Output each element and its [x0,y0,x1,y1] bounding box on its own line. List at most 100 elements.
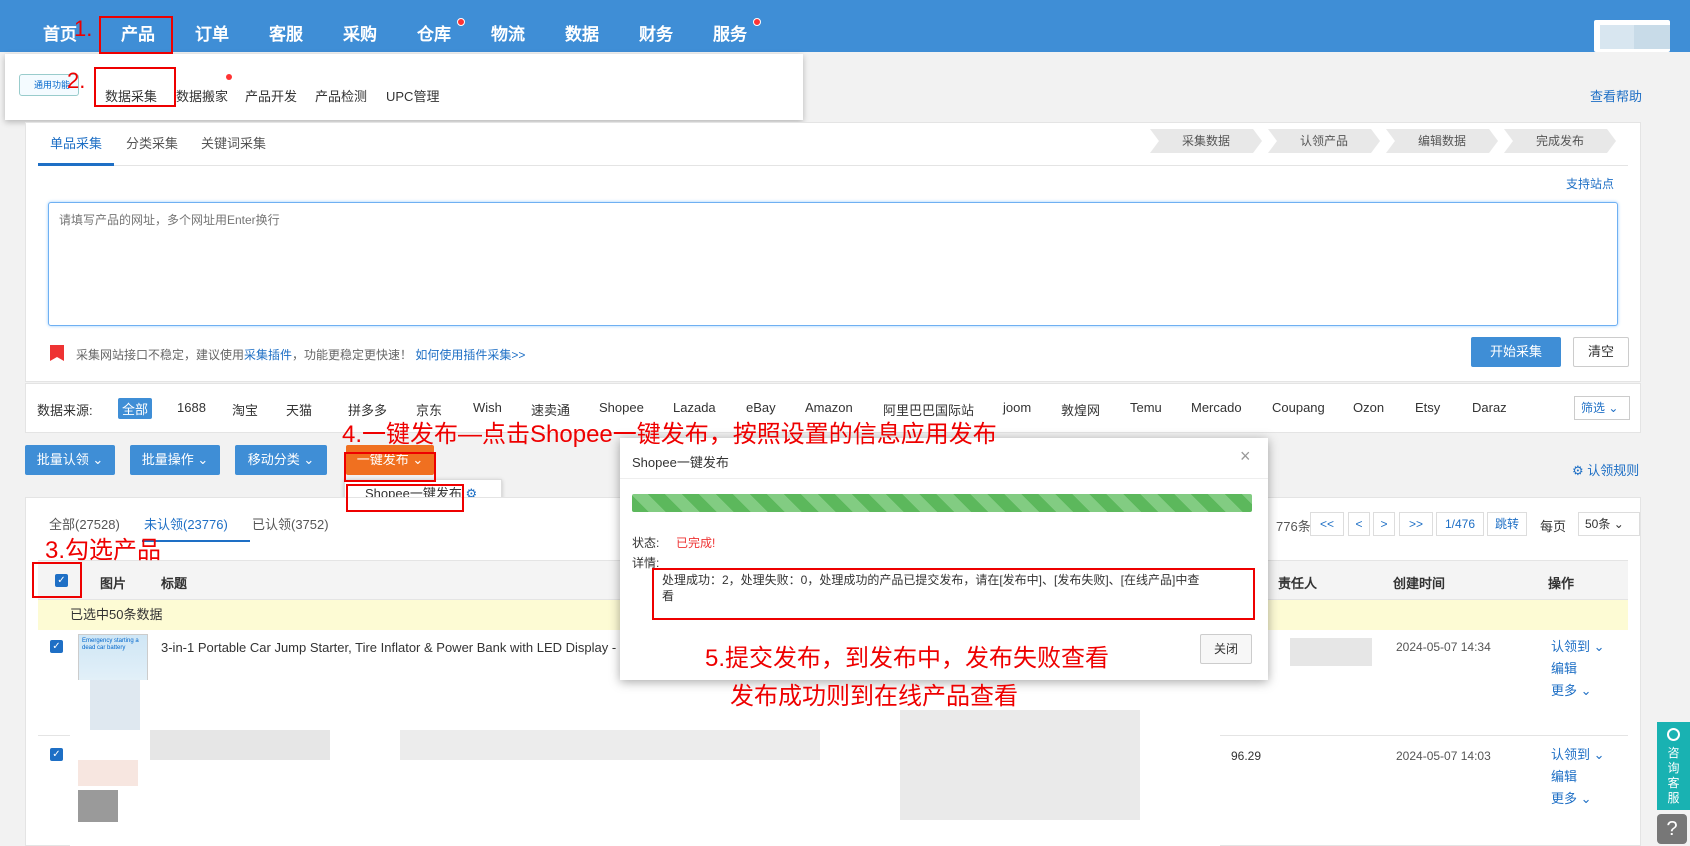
plugin-link[interactable]: 采集插件 [244,348,292,362]
tab-keyword-collect[interactable]: 关键词采集 [201,133,266,152]
nav-purchase[interactable]: 采购 [325,0,395,52]
source-taobao[interactable]: 淘宝 [232,400,258,419]
claim-to-link[interactable]: 认领到 ⌄ [1551,636,1605,658]
edit-link[interactable]: 编辑 [1551,658,1605,680]
page-indicator[interactable]: 1/476 [1436,512,1484,536]
chevron-down-icon: ⌄ [1593,747,1605,762]
batch-ops-button[interactable]: 批量操作 ⌄ [130,445,220,475]
source-ozon[interactable]: Ozon [1353,400,1384,415]
more-link[interactable]: 更多 ⌄ [1551,788,1605,810]
page-last[interactable]: >> [1399,512,1433,536]
plugin-howto-link[interactable]: 如何使用插件采集>> [415,348,525,362]
source-coupang[interactable]: Coupang [1272,400,1325,415]
status-label: 状态: [632,536,660,550]
list-tab-claimed[interactable]: 已认领(3752) [252,514,329,533]
per-page-label: 每页 [1540,519,1567,534]
progress-bar [632,494,1252,512]
source-dhgate[interactable]: 敦煌网 [1061,400,1100,419]
clear-button[interactable]: 清空 [1573,337,1629,367]
close-icon[interactable]: × [1240,446,1251,467]
batch-claim-label: 批量认领 [36,452,89,467]
help-icon[interactable]: ? [1657,814,1687,844]
more-link[interactable]: 更多 ⌄ [1551,680,1605,702]
claim-rules-link[interactable]: ⚙ 认领规则 [1572,460,1639,479]
user-avatar[interactable] [1594,20,1670,52]
source-all[interactable]: 全部 [118,398,153,419]
consult-service-button[interactable]: 咨询客服 [1657,722,1690,810]
redacted-area [70,680,1220,846]
consult-label: 咨询客服 [1667,746,1680,805]
blur-block [78,760,138,786]
per-page-select[interactable]: 50条 ⌄ [1578,512,1640,536]
source-mercado[interactable]: Mercado [1191,400,1242,415]
step-claim: 认领产品 [1268,129,1380,153]
source-lazada[interactable]: Lazada [673,400,716,415]
nav-orders[interactable]: 订单 [177,0,247,52]
modal-close-button[interactable]: 关闭 [1200,634,1252,664]
source-ebay[interactable]: eBay [746,400,776,415]
source-joom[interactable]: joom [1003,400,1031,415]
tab-divider [38,165,1628,166]
supported-sites-link[interactable]: 支持站点 [1566,175,1614,192]
blur-block [400,730,820,760]
start-collect-button[interactable]: 开始采集 [1471,337,1561,367]
page-next[interactable]: > [1373,512,1395,536]
chevron-down-icon: ⌄ [1580,791,1592,806]
source-tmall[interactable]: 天猫 [286,400,312,419]
batch-ops-label: 批量操作 [141,452,194,467]
tab-single-collect[interactable]: 单品采集 [50,133,102,152]
submenu-product-dev[interactable]: 产品开发 [245,86,297,105]
top-nav-bar: 首页 产品 订单 客服 采购 仓库 物流 数据 财务 服务 [0,0,1690,52]
source-etsy[interactable]: Etsy [1415,400,1440,415]
source-daraz[interactable]: Daraz [1472,400,1507,415]
row-title[interactable]: 3-in-1 Portable Car Jump Starter, Tire I… [161,640,616,655]
source-amazon[interactable]: Amazon [805,400,853,415]
help-link[interactable]: 查看帮助 [1590,86,1642,105]
annotation-box-collect [94,67,176,107]
source-temu[interactable]: Temu [1130,400,1162,415]
row-actions: 认领到 ⌄ 编辑 更多 ⌄ [1551,636,1605,702]
tab-category-collect[interactable]: 分类采集 [126,133,178,152]
claim-label: 认领到 [1551,639,1591,654]
blur-block [78,790,118,822]
source-1688[interactable]: 1688 [177,400,206,415]
source-shopee[interactable]: Shopee [599,400,644,415]
submenu-data-migrate[interactable]: 数据搬家 [176,86,228,105]
row-created: 2024-05-07 14:03 [1396,749,1491,763]
source-wish[interactable]: Wish [473,400,502,415]
claim-to-link[interactable]: 认领到 ⌄ [1551,744,1605,766]
nav-logistics[interactable]: 物流 [473,0,543,52]
row-created: 2024-05-07 14:34 [1396,640,1491,654]
col-image: 图片 [100,576,127,591]
annotation-box-product [99,16,173,54]
warehouse-notify-dot [457,18,465,26]
page-jump[interactable]: 跳转 [1487,512,1527,536]
filter-select[interactable]: 筛选 ⌄ [1574,396,1630,420]
total-count: 776条 [1276,519,1311,534]
more-label: 更多 [1551,683,1578,698]
more-label: 更多 [1551,791,1578,806]
row-checkbox[interactable]: ✓ [50,748,63,761]
nav-customer-service[interactable]: 客服 [251,0,321,52]
status-value: 已完成! [676,536,716,550]
annotation-box-checkbox [32,562,82,598]
nav-finance[interactable]: 财务 [621,0,691,52]
batch-claim-button[interactable]: 批量认领 ⌄ [25,445,115,475]
nav-data[interactable]: 数据 [547,0,617,52]
nav-service[interactable]: 服务 [695,0,765,52]
blur-block [90,680,140,730]
nav-warehouse[interactable]: 仓库 [399,0,469,52]
step-publish: 完成发布 [1504,129,1616,153]
claim-label: 认领到 [1551,747,1591,762]
edit-link[interactable]: 编辑 [1551,766,1605,788]
move-category-button[interactable]: 移动分类 ⌄ [235,445,327,475]
page-first[interactable]: << [1310,512,1344,536]
submenu-product-check[interactable]: 产品检测 [315,86,367,105]
migrate-notify-dot [226,74,232,80]
gear-icon: ⚙ [1572,463,1584,478]
step-edit: 编辑数据 [1386,129,1498,153]
row-checkbox[interactable]: ✓ [50,640,63,653]
submenu-upc[interactable]: UPC管理 [386,86,439,105]
url-input[interactable] [48,202,1618,326]
page-prev[interactable]: < [1348,512,1370,536]
